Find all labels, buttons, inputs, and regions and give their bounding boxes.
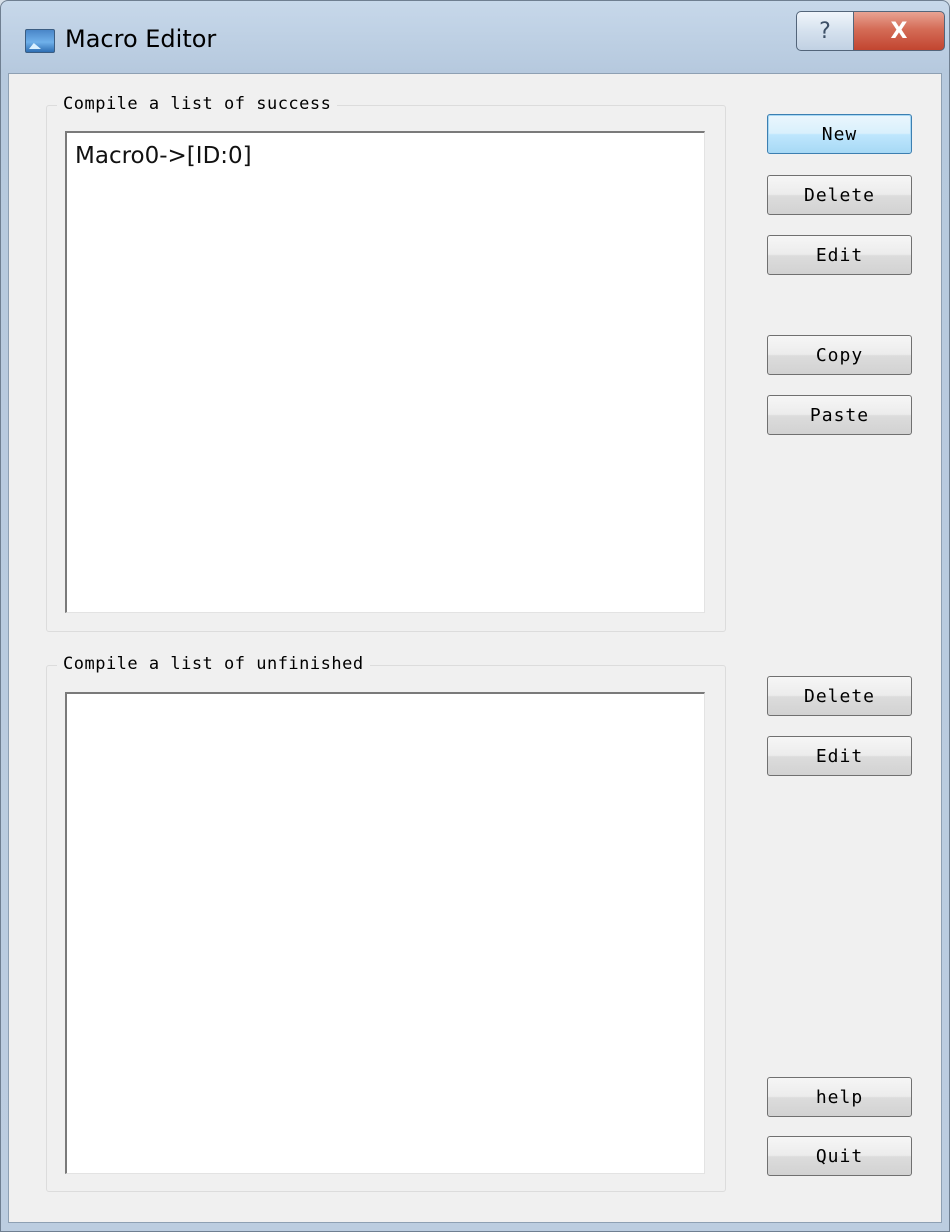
new-button[interactable]: New — [767, 114, 912, 154]
macro-editor-window: Macro Editor ? X Compile a list of succe… — [0, 0, 950, 1232]
help-caption-button[interactable]: ? — [796, 11, 854, 51]
success-listbox[interactable]: Macro0->[ID:0] — [65, 131, 705, 613]
unfinished-list-group: Compile a list of unfinished — [46, 654, 726, 1192]
delete-success-button[interactable]: Delete — [767, 175, 912, 215]
edit-success-button[interactable]: Edit — [767, 235, 912, 275]
unfinished-group-label: Compile a list of unfinished — [57, 654, 370, 674]
copy-button[interactable]: Copy — [767, 335, 912, 375]
edit-unfinished-button[interactable]: Edit — [767, 736, 912, 776]
dialog-client-area: Compile a list of success Macro0->[ID:0]… — [8, 73, 942, 1223]
paste-button[interactable]: Paste — [767, 395, 912, 435]
delete-unfinished-button[interactable]: Delete — [767, 676, 912, 716]
success-list-group: Compile a list of success Macro0->[ID:0] — [46, 94, 726, 632]
list-item[interactable]: Macro0->[ID:0] — [75, 143, 252, 169]
close-caption-button[interactable]: X — [853, 11, 945, 51]
title-bar[interactable]: Macro Editor ? X — [1, 1, 949, 73]
help-button[interactable]: help — [767, 1077, 912, 1117]
app-window-icon — [25, 29, 55, 53]
quit-button[interactable]: Quit — [767, 1136, 912, 1176]
unfinished-listbox[interactable] — [65, 692, 705, 1174]
success-group-label: Compile a list of success — [57, 94, 338, 114]
window-title: Macro Editor — [65, 25, 217, 53]
